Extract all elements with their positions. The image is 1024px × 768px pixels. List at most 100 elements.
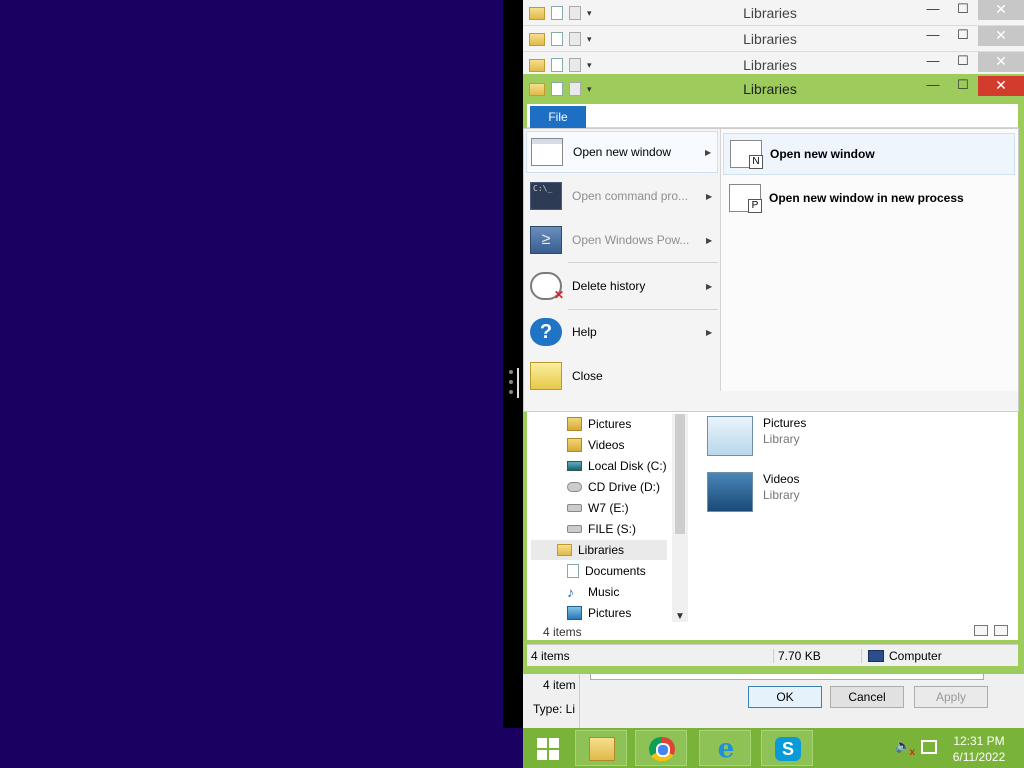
submenu-item-open-new-window[interactable]: N Open new window <box>723 133 1015 175</box>
window-controls: — ☐ ✕ <box>918 76 1024 98</box>
status-bar: 4 items 7.70 KB Computer <box>527 644 1018 666</box>
taskbar-clock[interactable]: 12:31 PM 6/11/2022 <box>943 733 1015 765</box>
ribbon-bar: File <box>527 104 1018 128</box>
menu-item-help[interactable]: ? Help ▶ <box>526 311 718 353</box>
dialog-item-count: 4 item <box>543 678 576 692</box>
maximize-button[interactable]: ☐ <box>948 52 978 72</box>
library-pictures[interactable]: Pictures Library <box>707 416 806 456</box>
nav-item-label: Documents <box>585 564 646 578</box>
nav-item-music[interactable]: ♪ Music <box>567 582 619 602</box>
menu-item-open-new-window[interactable]: Open new window ▶ <box>526 131 718 173</box>
scroll-down-icon[interactable]: ▼ <box>675 611 685 622</box>
minimize-button[interactable]: — <box>918 76 948 96</box>
scroll-thumb[interactable] <box>675 414 685 534</box>
menu-item-open-powershell[interactable]: ≥ Open Windows Pow... ▶ <box>526 219 718 261</box>
computer-icon <box>868 649 884 662</box>
nav-item-videos[interactable]: Videos <box>567 435 624 455</box>
background-window-1[interactable]: ▾ Libraries — ☐ ✕ <box>523 0 1024 26</box>
menu-item-label: Close <box>572 369 603 383</box>
pictures-library-icon <box>567 606 582 620</box>
documents-icon <box>567 564 579 578</box>
menu-item-label: Help <box>572 325 597 339</box>
menu-item-close[interactable]: Close <box>526 355 718 397</box>
window-controls: — ☐ ✕ <box>918 26 1024 48</box>
cd-drive-icon <box>567 482 582 492</box>
taskbar-chrome[interactable] <box>635 730 687 766</box>
window-controls: — ☐ ✕ <box>918 52 1024 74</box>
split-grip-dots[interactable] <box>509 370 513 400</box>
clock-date: 6/11/2022 <box>952 750 1006 764</box>
submenu-item-label: Open new window <box>770 147 875 161</box>
skype-icon: S <box>775 737 801 761</box>
nav-item-label: FILE (S:) <box>588 522 637 536</box>
menu-item-label: Open Windows Pow... <box>572 233 690 247</box>
status-item-count: 4 items <box>531 648 570 663</box>
nav-item-w7-drive[interactable]: W7 (E:) <box>567 498 629 518</box>
nav-item-cd-drive[interactable]: CD Drive (D:) <box>567 477 660 497</box>
maximize-button[interactable]: ☐ <box>948 76 978 96</box>
cancel-button[interactable]: Cancel <box>830 686 904 708</box>
close-button[interactable]: ✕ <box>978 52 1024 72</box>
details-view-icon[interactable] <box>974 625 988 636</box>
nav-item-label: Local Disk (C:) <box>588 459 667 473</box>
apply-button[interactable]: Apply <box>914 686 988 708</box>
submenu-arrow-icon: ▶ <box>706 191 713 201</box>
split-grip-line <box>517 368 519 398</box>
clock-time: 12:31 PM <box>953 734 1005 748</box>
local-disk-icon <box>567 461 582 471</box>
chrome-icon <box>649 737 675 761</box>
library-type: Library <box>763 488 800 502</box>
nav-item-documents[interactable]: Documents <box>567 561 646 581</box>
background-window-2[interactable]: ▾ Libraries — ☐ ✕ <box>523 26 1024 52</box>
close-button[interactable]: ✕ <box>978 76 1024 96</box>
menu-separator <box>568 309 718 310</box>
command-prompt-icon: C:\_ <box>530 182 562 210</box>
nav-item-local-disk[interactable]: Local Disk (C:) <box>567 456 667 476</box>
pictures-folder-icon <box>567 417 582 431</box>
large-icons-view-icon[interactable] <box>994 625 1008 636</box>
minimize-button[interactable]: — <box>918 0 948 20</box>
drive-icon <box>567 525 582 533</box>
file-tab[interactable]: File <box>530 106 586 128</box>
properties-dialog: OK Cancel Apply <box>579 674 1024 728</box>
menu-item-delete-history[interactable]: Delete history ▶ <box>526 265 718 307</box>
status-location-label: Computer <box>889 648 942 663</box>
submenu-item-open-new-process[interactable]: P Open new window in new process <box>723 177 1015 219</box>
new-window-icon <box>531 138 563 166</box>
network-icon[interactable] <box>921 740 937 754</box>
start-button[interactable] <box>537 738 559 760</box>
nav-item-pictures[interactable]: Pictures <box>567 414 631 434</box>
library-videos[interactable]: Videos Library <box>707 472 800 512</box>
nav-item-label: Pictures <box>588 606 632 620</box>
taskbar-skype[interactable]: S <box>761 730 813 766</box>
nav-item-file-drive[interactable]: FILE (S:) <box>567 519 636 539</box>
pictures-library-icon <box>707 416 753 456</box>
minimize-button[interactable]: — <box>918 52 948 72</box>
videos-folder-icon <box>567 438 582 452</box>
nav-item-label: Videos <box>588 438 625 452</box>
library-text: Videos Library <box>763 472 800 512</box>
close-button[interactable]: ✕ <box>978 26 1024 46</box>
minimize-button[interactable]: — <box>918 26 948 46</box>
maximize-button[interactable]: ☐ <box>948 0 978 20</box>
volume-muted-icon[interactable]: 🔈 <box>895 738 915 758</box>
taskbar-file-explorer[interactable] <box>575 730 627 766</box>
taskbar-internet-explorer[interactable]: e <box>699 730 751 766</box>
nav-item-libraries[interactable]: Libraries <box>531 540 667 560</box>
nav-item-label: CD Drive (D:) <box>588 480 660 494</box>
close-button[interactable]: ✕ <box>978 0 1024 20</box>
submenu-arrow-icon: ▶ <box>706 235 713 245</box>
menu-item-label: Open command pro... <box>572 189 689 203</box>
split-divider[interactable] <box>503 0 523 728</box>
content-item-count: 4 items <box>543 625 582 639</box>
menu-item-open-command-prompt[interactable]: C:\_ Open command pro... ▶ <box>526 175 718 217</box>
submenu-item-label: Open new window in new process <box>769 191 964 205</box>
nav-item-pictures-library[interactable]: Pictures <box>567 603 631 623</box>
delete-history-icon <box>530 272 564 302</box>
ok-button[interactable]: OK <box>748 686 822 708</box>
status-size: 7.70 KB <box>773 648 861 663</box>
maximize-button[interactable]: ☐ <box>948 26 978 46</box>
shortcut-badge: P <box>748 199 762 213</box>
view-toggle <box>974 625 1008 636</box>
nav-scrollbar[interactable]: ▼ <box>672 414 688 622</box>
